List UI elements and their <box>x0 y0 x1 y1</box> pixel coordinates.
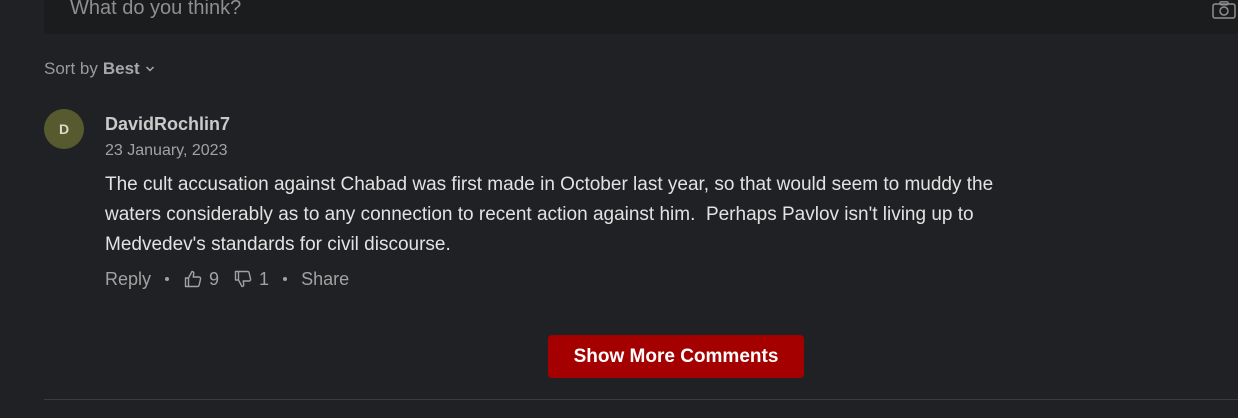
comment-input[interactable] <box>70 0 1170 21</box>
reply-button[interactable]: Reply <box>105 269 151 290</box>
avatar-initial: D <box>58 121 70 137</box>
comments-section: Sort by Best D DavidRochlin7 23 January,… <box>0 0 1238 418</box>
comment-input-box[interactable] <box>44 0 1238 34</box>
share-button[interactable]: Share <box>301 269 349 290</box>
thumbs-down-icon <box>234 270 252 288</box>
chevron-down-icon <box>145 66 154 72</box>
divider <box>44 399 1238 400</box>
sort-label: Sort by <box>44 59 98 78</box>
comment-date: 23 January, 2023 <box>105 142 228 159</box>
comment-username[interactable]: DavidRochlin7 <box>105 114 230 135</box>
sort-dropdown[interactable]: Sort by Best <box>44 59 155 79</box>
show-more-comments-button[interactable]: Show More Comments <box>548 335 804 378</box>
dislike-button[interactable]: 1 <box>233 269 269 290</box>
like-button[interactable]: 9 <box>183 269 219 290</box>
avatar[interactable]: D <box>44 109 84 149</box>
dislike-count: 1 <box>259 268 270 289</box>
comment-text: The cult accusation against Chabad was f… <box>105 174 999 255</box>
separator-dot <box>165 277 170 281</box>
camera-icon[interactable] <box>1212 1 1236 19</box>
like-count: 9 <box>209 268 220 289</box>
sort-value: Best <box>102 59 140 78</box>
separator-dot <box>283 277 288 281</box>
thumbs-up-icon <box>184 270 202 288</box>
comment-actions: Reply 9 1 Share <box>105 267 349 291</box>
